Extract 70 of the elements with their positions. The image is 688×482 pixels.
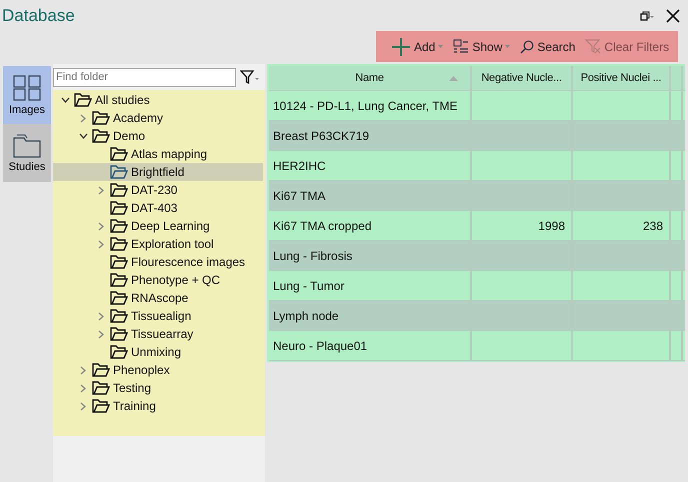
tree-item[interactable]: Academy [53, 109, 263, 127]
table-cell: 238 [642, 218, 663, 232]
grid-icon [13, 74, 41, 100]
tree-item[interactable]: Demo [53, 127, 263, 145]
tree-item[interactable]: Phenoplex [53, 361, 263, 379]
table-cell: Neuro - Plaque01 [273, 338, 368, 352]
tree-item[interactable]: Testing [53, 379, 263, 397]
tree-item[interactable]: Brightfield [53, 163, 263, 181]
close-icon[interactable] [666, 8, 680, 22]
tree-item[interactable]: Deep Learning [53, 217, 263, 235]
tree-item[interactable]: DAT-403 [53, 199, 263, 217]
folder-icon [110, 291, 128, 305]
window-title: Database [2, 6, 76, 26]
table-cell: 1998 [538, 218, 565, 232]
table-cell: 10124 - PD-L1, Lung Cancer, TME [273, 98, 458, 112]
table-cell: Lung - Tumor [273, 278, 344, 292]
folder-icon [13, 134, 41, 158]
folder-icon [110, 273, 128, 287]
table-cell: Ki67 TMA [273, 188, 326, 202]
tree-item[interactable]: All studies [53, 91, 263, 109]
folder-icon [110, 165, 128, 179]
search-icon [520, 40, 534, 54]
folder-icon [110, 327, 128, 341]
chevron-right-icon [80, 114, 86, 122]
chevron-down-icon [78, 133, 88, 139]
folder-icon [110, 219, 128, 233]
sidebar-tab[interactable]: Studies [3, 124, 51, 182]
sidebar-tab[interactable]: Images [3, 66, 51, 124]
table-cell: Ki67 TMA cropped [273, 218, 372, 232]
folder-icon [110, 309, 128, 323]
tree-item[interactable]: Atlas mapping [53, 145, 263, 163]
toolbar-button[interactable]: Show [450, 39, 514, 54]
plus-icon [391, 36, 411, 56]
folder-icon [92, 129, 110, 143]
caret-icon [505, 45, 510, 48]
tree-item[interactable]: Tissuealign [53, 307, 263, 325]
tree-item[interactable]: Training [53, 397, 263, 415]
tree-item[interactable]: Phenotype + QC [53, 271, 263, 289]
folder-icon [92, 363, 110, 377]
tree-item[interactable]: RNAscope [53, 289, 263, 307]
table-cell: Breast P63CK719 [273, 128, 370, 142]
folder-icon [92, 111, 110, 125]
tree-item[interactable]: Flourescence images [53, 253, 263, 271]
caret-icon [438, 45, 444, 48]
folder-icon [110, 201, 128, 215]
search-field[interactable]: Find folder [53, 68, 236, 86]
folder-icon [92, 399, 110, 413]
toolbar-button[interactable]: Add [388, 36, 446, 56]
folder-icon [110, 345, 128, 359]
folder-icon [92, 381, 110, 395]
sort-up-icon [449, 76, 458, 80]
tree-item[interactable]: Unmixing [53, 343, 263, 361]
chevron-down-icon [60, 97, 70, 103]
restore-icon[interactable] [640, 10, 654, 20]
tree-item[interactable]: Exploration tool [53, 235, 263, 253]
table-cell: Lung - Fibrosis [273, 248, 352, 262]
table-cell: HER2IHC [273, 158, 326, 172]
folder-icon [110, 183, 128, 197]
tree-item[interactable]: Tissuearray [53, 325, 263, 343]
list-icon [453, 39, 470, 54]
folder-icon [110, 147, 128, 161]
filter-clear-icon [585, 39, 602, 54]
folder-icon [110, 255, 128, 269]
tree-item[interactable]: DAT-230 [53, 181, 263, 199]
folder-icon [74, 93, 92, 107]
folder-icon [110, 237, 128, 251]
filter-icon[interactable] [240, 70, 260, 84]
toolbar-button[interactable]: Search [517, 40, 578, 54]
table-cell: Lymph node [273, 308, 339, 322]
chevron-right-icon [98, 186, 104, 194]
